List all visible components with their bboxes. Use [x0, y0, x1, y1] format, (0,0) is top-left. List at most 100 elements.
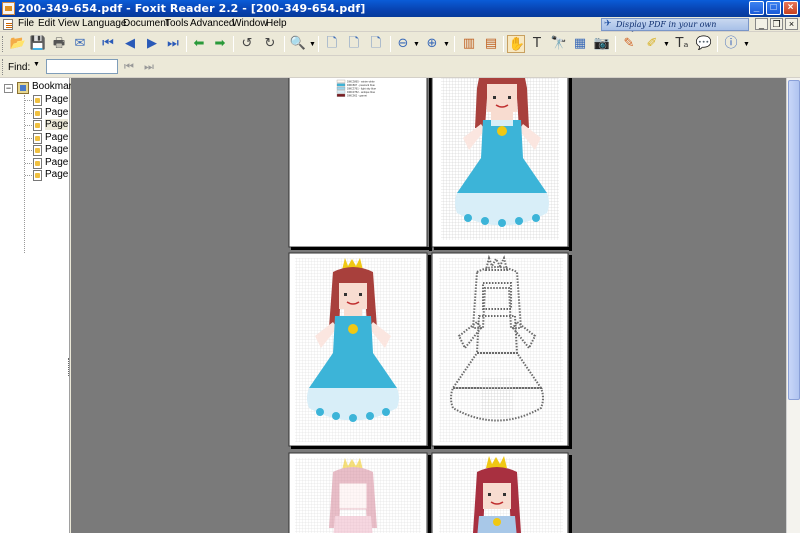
pdf-page-4 — [431, 252, 572, 449]
legend-text: DMC807 - peacock blue — [347, 83, 375, 87]
menu-window[interactable]: Window — [232, 18, 268, 29]
menu-language[interactable]: Language — [82, 18, 127, 29]
snapshot-icon[interactable]: ▦ — [571, 35, 589, 53]
toolbar-grip[interactable] — [2, 36, 5, 52]
bookmark-page-label: Page — [45, 144, 69, 155]
email-icon[interactable]: ✉ — [71, 35, 89, 53]
menu-view[interactable]: View — [58, 18, 80, 29]
select-text-icon[interactable]: T — [528, 35, 546, 53]
bookmark-page-label: Page — [45, 131, 69, 143]
text-tool-icon[interactable]: Tₐ — [673, 35, 691, 53]
highlight-dropdown-arrow[interactable]: ▼ — [663, 41, 670, 48]
fit-width-icon[interactable]: 🗋 — [367, 35, 385, 53]
fit-page-icon[interactable]: 🗋 — [345, 35, 363, 53]
bookmarks-panel: − Bookmark Page Page Page Page Page Page Page — [0, 78, 77, 533]
vertical-scrollbar[interactable] — [786, 78, 800, 533]
zoom-dropdown-arrow[interactable]: ▼ — [309, 41, 316, 48]
print-icon[interactable]: 🖶 — [50, 35, 68, 53]
bookmark-page-item[interactable]: Page — [25, 132, 70, 145]
bookmark-root-icon — [17, 82, 29, 94]
open-icon[interactable]: 📂 — [9, 35, 27, 53]
single-page-icon[interactable]: ▤ — [482, 35, 500, 53]
find-next-icon[interactable]: ⏭ — [140, 58, 158, 76]
find-previous-icon[interactable]: ⏮ — [120, 58, 138, 76]
scrollbar-thumb[interactable] — [788, 80, 800, 400]
window-title: 200-349-654.pdf - Foxit Reader 2.2 - [20… — [18, 2, 366, 15]
save-icon[interactable]: 💾 — [29, 35, 47, 53]
menu-advanced[interactable]: Advanced — [190, 18, 234, 29]
doc-minimize-button[interactable]: _ — [755, 18, 768, 30]
find-toolbar: Find: ▼ ⏮ ⏭ — [0, 56, 800, 78]
hand-tool-icon[interactable]: ✋ — [507, 35, 525, 53]
bookmark-page-icon — [33, 157, 42, 169]
previous-page-icon[interactable]: ◀ — [121, 35, 139, 53]
find-label: Find: — [8, 62, 31, 73]
bookmark-page-label: Page — [45, 169, 69, 180]
go-back-icon[interactable]: ⬅ — [190, 35, 208, 53]
doc-close-button[interactable]: × — [785, 18, 798, 30]
find-options-dropdown[interactable]: ▼ — [33, 61, 40, 68]
title-bar: 200-349-654.pdf - Foxit Reader 2.2 - [20… — [0, 0, 800, 17]
typewriter-icon[interactable]: ✎ — [620, 35, 638, 53]
highlight-icon[interactable]: ✐ — [643, 35, 661, 53]
bookmark-page-icon — [33, 170, 42, 181]
pdf-page-5 — [288, 452, 431, 533]
info-icon[interactable]: ⓘ — [722, 35, 740, 53]
bookmark-page-icon — [33, 95, 42, 106]
last-page-icon[interactable]: ⏭ — [164, 35, 182, 53]
pdf-page-1: DMC3865 - winter whiteDMC807 - peacock b… — [288, 78, 432, 251]
menu-file[interactable]: File — [18, 18, 34, 29]
find-icon[interactable]: 🔭 — [550, 35, 568, 53]
collapse-toggle-icon[interactable]: − — [4, 84, 13, 93]
legend-swatch — [336, 93, 346, 97]
bookmark-page-icon — [33, 145, 42, 156]
zoom-out-circle-icon[interactable]: ⊖ — [394, 35, 412, 53]
menu-edit[interactable]: Edit — [38, 18, 55, 29]
legend-text: DMC902 - garnet — [347, 93, 367, 97]
note-icon[interactable]: 💬 — [695, 35, 713, 53]
bookmark-page-label: Page — [45, 119, 69, 130]
go-forward-icon[interactable]: ➡ — [211, 35, 229, 53]
bookmark-page-item[interactable]: Page — [25, 169, 70, 182]
document-view[interactable]: DMC3865 - winter white DMC807 - peacock b… — [71, 78, 786, 533]
bookmark-page-icon — [33, 107, 42, 119]
bookmark-page-item[interactable]: Page — [25, 144, 70, 157]
minimize-button[interactable]: _ — [749, 1, 764, 15]
rotate-right-icon[interactable]: ↻ — [261, 35, 279, 53]
bookmark-page-item[interactable]: Page — [25, 94, 70, 107]
close-button[interactable]: × — [783, 1, 798, 15]
find-input[interactable] — [46, 59, 118, 74]
legend-swatch — [336, 79, 346, 83]
rotate-left-icon[interactable]: ↺ — [238, 35, 256, 53]
menu-help[interactable]: Help — [266, 18, 287, 29]
zoom-in-dropdown-arrow[interactable]: ▼ — [443, 41, 450, 48]
legend-text: DMC3761 - light sky blue — [347, 86, 377, 90]
zoom-in-icon[interactable]: 🔍 — [289, 35, 307, 53]
bookmark-page-item[interactable]: Page — [25, 107, 70, 120]
maximize-button[interactable]: □ — [766, 1, 781, 15]
camera-icon[interactable]: 📷 — [593, 35, 611, 53]
bookmark-page-item[interactable]: Page — [25, 119, 70, 132]
menu-document[interactable]: Document — [123, 18, 169, 29]
document-menu-icon[interactable] — [3, 19, 13, 30]
menu-bar: File Edit View Language Document Tools A… — [0, 17, 800, 40]
zoom-in-circle-icon[interactable]: ⊕ — [423, 35, 441, 53]
actual-size-icon[interactable]: 🗋 — [323, 35, 341, 53]
continuous-facing-icon[interactable]: ▥ — [460, 35, 478, 53]
bookmark-page-label: Page — [45, 106, 69, 118]
doc-restore-button[interactable]: ❐ — [770, 18, 783, 30]
legend-swatch — [336, 90, 346, 94]
display-pdf-promo-link[interactable]: Display PDF in your own applications — [601, 18, 749, 40]
first-page-icon[interactable]: ⏮ — [99, 35, 117, 53]
info-dropdown-arrow[interactable]: ▼ — [743, 41, 750, 48]
zoom-out-dropdown-arrow[interactable]: ▼ — [413, 41, 420, 48]
foxit-app-icon[interactable] — [2, 2, 15, 15]
menu-tools[interactable]: Tools — [165, 18, 188, 29]
next-page-icon[interactable]: ▶ — [143, 35, 161, 53]
find-toolbar-grip[interactable] — [2, 59, 5, 75]
bookmark-page-icon — [33, 120, 42, 131]
bookmark-page-icon — [33, 132, 42, 144]
legend-swatch — [336, 83, 346, 87]
legend-text: DMC3752 - antique blue — [347, 90, 376, 94]
bookmark-page-item[interactable]: Page — [25, 157, 70, 170]
